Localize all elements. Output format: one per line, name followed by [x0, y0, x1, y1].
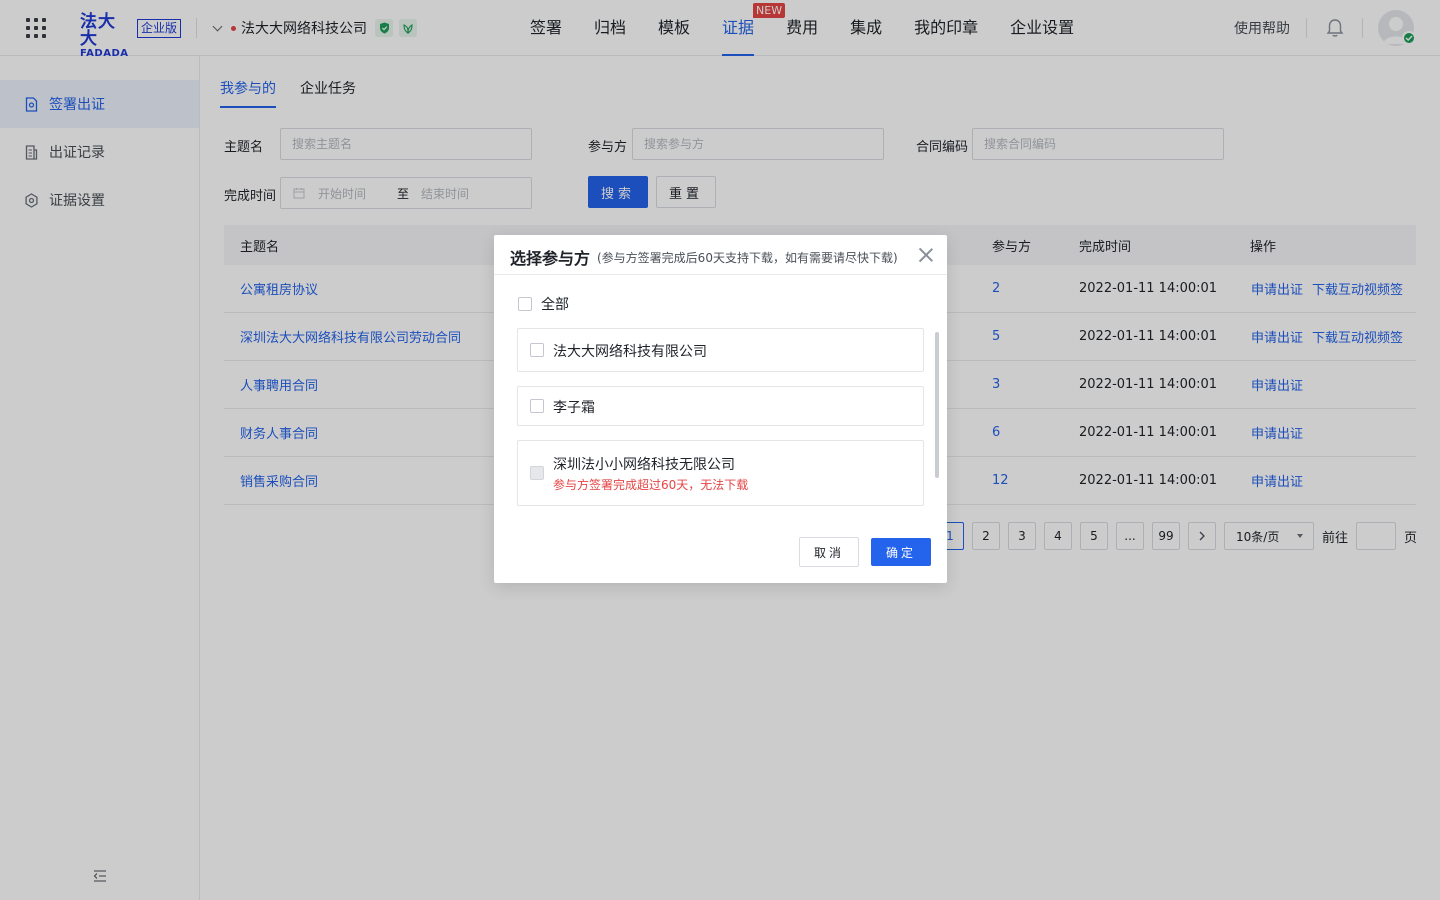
party-name: 李子霜: [553, 400, 595, 416]
confirm-button[interactable]: 确定: [871, 538, 931, 566]
party-checkbox[interactable]: [530, 399, 544, 413]
check-all-option[interactable]: 全部: [518, 294, 569, 314]
modal-scrollbar[interactable]: [935, 332, 939, 478]
party-option[interactable]: 李子霜: [517, 386, 924, 426]
modal-header: 选择参与方 (参与方签署完成后60天支持下载，如有需要请尽快下载): [494, 235, 947, 275]
party-checkbox-disabled: [530, 466, 544, 480]
expired-warning: 参与方签署完成超过60天，无法下载: [553, 478, 749, 492]
cancel-button[interactable]: 取消: [799, 537, 859, 567]
modal-subtitle: (参与方签署完成后60天支持下载，如有需要请尽快下载): [597, 251, 898, 265]
party-name: 法大大网络科技有限公司: [553, 344, 707, 360]
select-party-modal: 选择参与方 (参与方签署完成后60天支持下载，如有需要请尽快下载) 全部 法大大…: [494, 235, 947, 583]
party-checkbox[interactable]: [530, 343, 544, 357]
check-all-label: 全部: [541, 297, 569, 313]
party-name: 深圳法小小网络科技无限公司: [553, 457, 735, 473]
check-all-checkbox[interactable]: [518, 297, 532, 311]
party-option[interactable]: 法大大网络科技有限公司: [517, 328, 924, 372]
close-icon[interactable]: [918, 247, 934, 263]
party-option-disabled: 深圳法小小网络科技无限公司 参与方签署完成超过60天，无法下载: [517, 440, 924, 506]
modal-title: 选择参与方: [510, 249, 591, 268]
